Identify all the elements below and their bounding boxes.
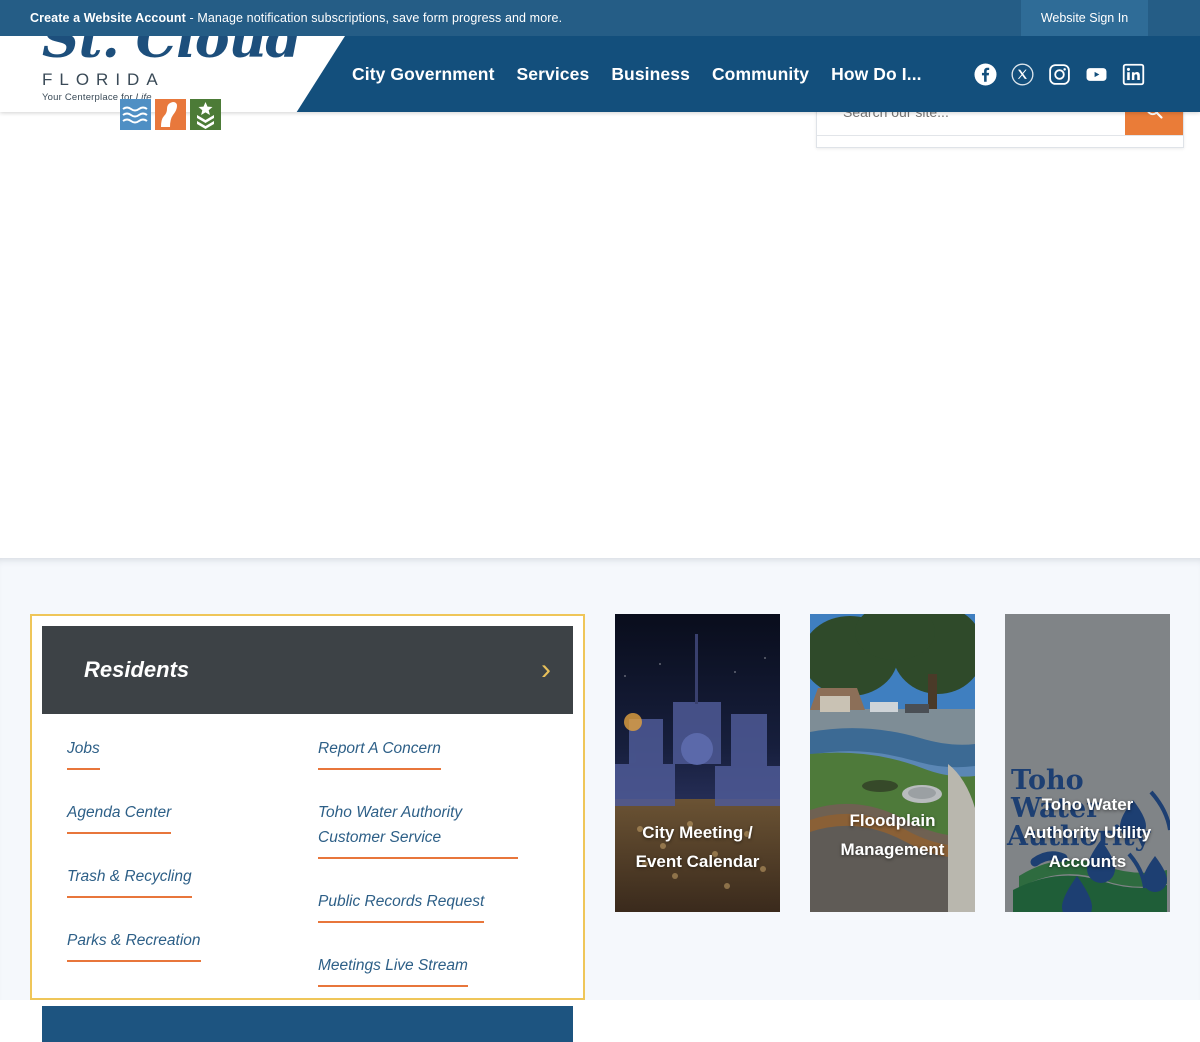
residents-link-public-records-request[interactable]: Public Records Request (318, 889, 485, 923)
card-city-meeting-event-calendar[interactable]: City Meeting / Event Calendar (615, 614, 780, 912)
card-floodplain-label: Floodplain Management (840, 811, 945, 859)
page-content-area (0, 112, 1200, 558)
residents-link-trash-recycling[interactable]: Trash & Recycling (67, 864, 192, 898)
x-twitter-icon[interactable] (1011, 62, 1034, 86)
card-toho-water-label: Toho Water Authority Utility Accounts (1023, 794, 1152, 871)
residents-widget-title: Residents (84, 657, 190, 682)
residents-widget: Residents › Jobs Agenda Center Trash & R… (30, 614, 585, 1042)
residents-link-jobs[interactable]: Jobs (67, 736, 100, 770)
nav-city-government[interactable]: City Government (352, 64, 495, 85)
card-floodplain-management[interactable]: Floodplain Management (810, 614, 975, 912)
water-waves-icon (120, 99, 151, 130)
create-account-link[interactable]: Create a Website Account (30, 11, 186, 25)
nav-how-do-i[interactable]: How Do I... (831, 64, 922, 85)
instagram-icon[interactable] (1048, 63, 1071, 86)
social-links (974, 36, 1145, 112)
youtube-icon[interactable] (1085, 63, 1108, 86)
create-account-message: Create a Website Account - Manage notifi… (30, 11, 562, 25)
residents-links-column-left: Jobs Agenda Center Trash & Recycling Par… (67, 736, 307, 992)
main-navigation: City Government Services Business Commun… (352, 36, 922, 112)
residents-link-toho-customer-service[interactable]: Toho Water Authority Customer Service (318, 800, 518, 859)
top-utility-banner: Create a Website Account - Manage notifi… (0, 0, 1200, 36)
website-sign-in-button[interactable]: Website Sign In (1021, 0, 1148, 36)
card-city-meeting-label: City Meeting / Event Calendar (635, 823, 760, 871)
linkedin-icon[interactable] (1122, 63, 1145, 86)
residents-widget-footer-bar[interactable] (42, 1006, 573, 1042)
residents-widget-header[interactable]: Residents › (42, 626, 573, 714)
residents-links: Jobs Agenda Center Trash & Recycling Par… (42, 714, 573, 987)
logo-icon-group (120, 99, 221, 130)
residents-link-meetings-live-stream[interactable]: Meetings Live Stream (318, 953, 468, 987)
residents-links-column-right: Report A Concern Toho Water Authority Cu… (318, 736, 568, 1017)
facebook-icon[interactable] (974, 62, 997, 86)
card-toho-water-utility-accounts[interactable]: Toho Water Authority Toho Water Authorit… (1005, 614, 1170, 912)
create-account-description: - Manage notification subscriptions, sav… (185, 11, 563, 25)
residents-link-report-a-concern[interactable]: Report A Concern (318, 736, 441, 770)
nav-community[interactable]: Community (712, 64, 809, 85)
site-header: St. Cloud FLORIDA Your Centerplace for L… (0, 12, 1200, 130)
logo-state-text: FLORIDA (42, 70, 165, 89)
heron-bird-icon (155, 99, 186, 130)
lower-quicklinks-section: Residents › Jobs Agenda Center Trash & R… (0, 558, 1200, 1042)
nav-business[interactable]: Business (611, 64, 690, 85)
residents-link-agenda-center[interactable]: Agenda Center (67, 800, 172, 834)
chevron-right-icon[interactable]: › (541, 655, 551, 685)
residents-link-parks-recreation[interactable]: Parks & Recreation (67, 928, 201, 962)
feature-card-row: City Meeting / Event Calendar Floodplain… (615, 614, 1170, 912)
military-chevron-icon (190, 99, 221, 130)
nav-services[interactable]: Services (517, 64, 590, 85)
